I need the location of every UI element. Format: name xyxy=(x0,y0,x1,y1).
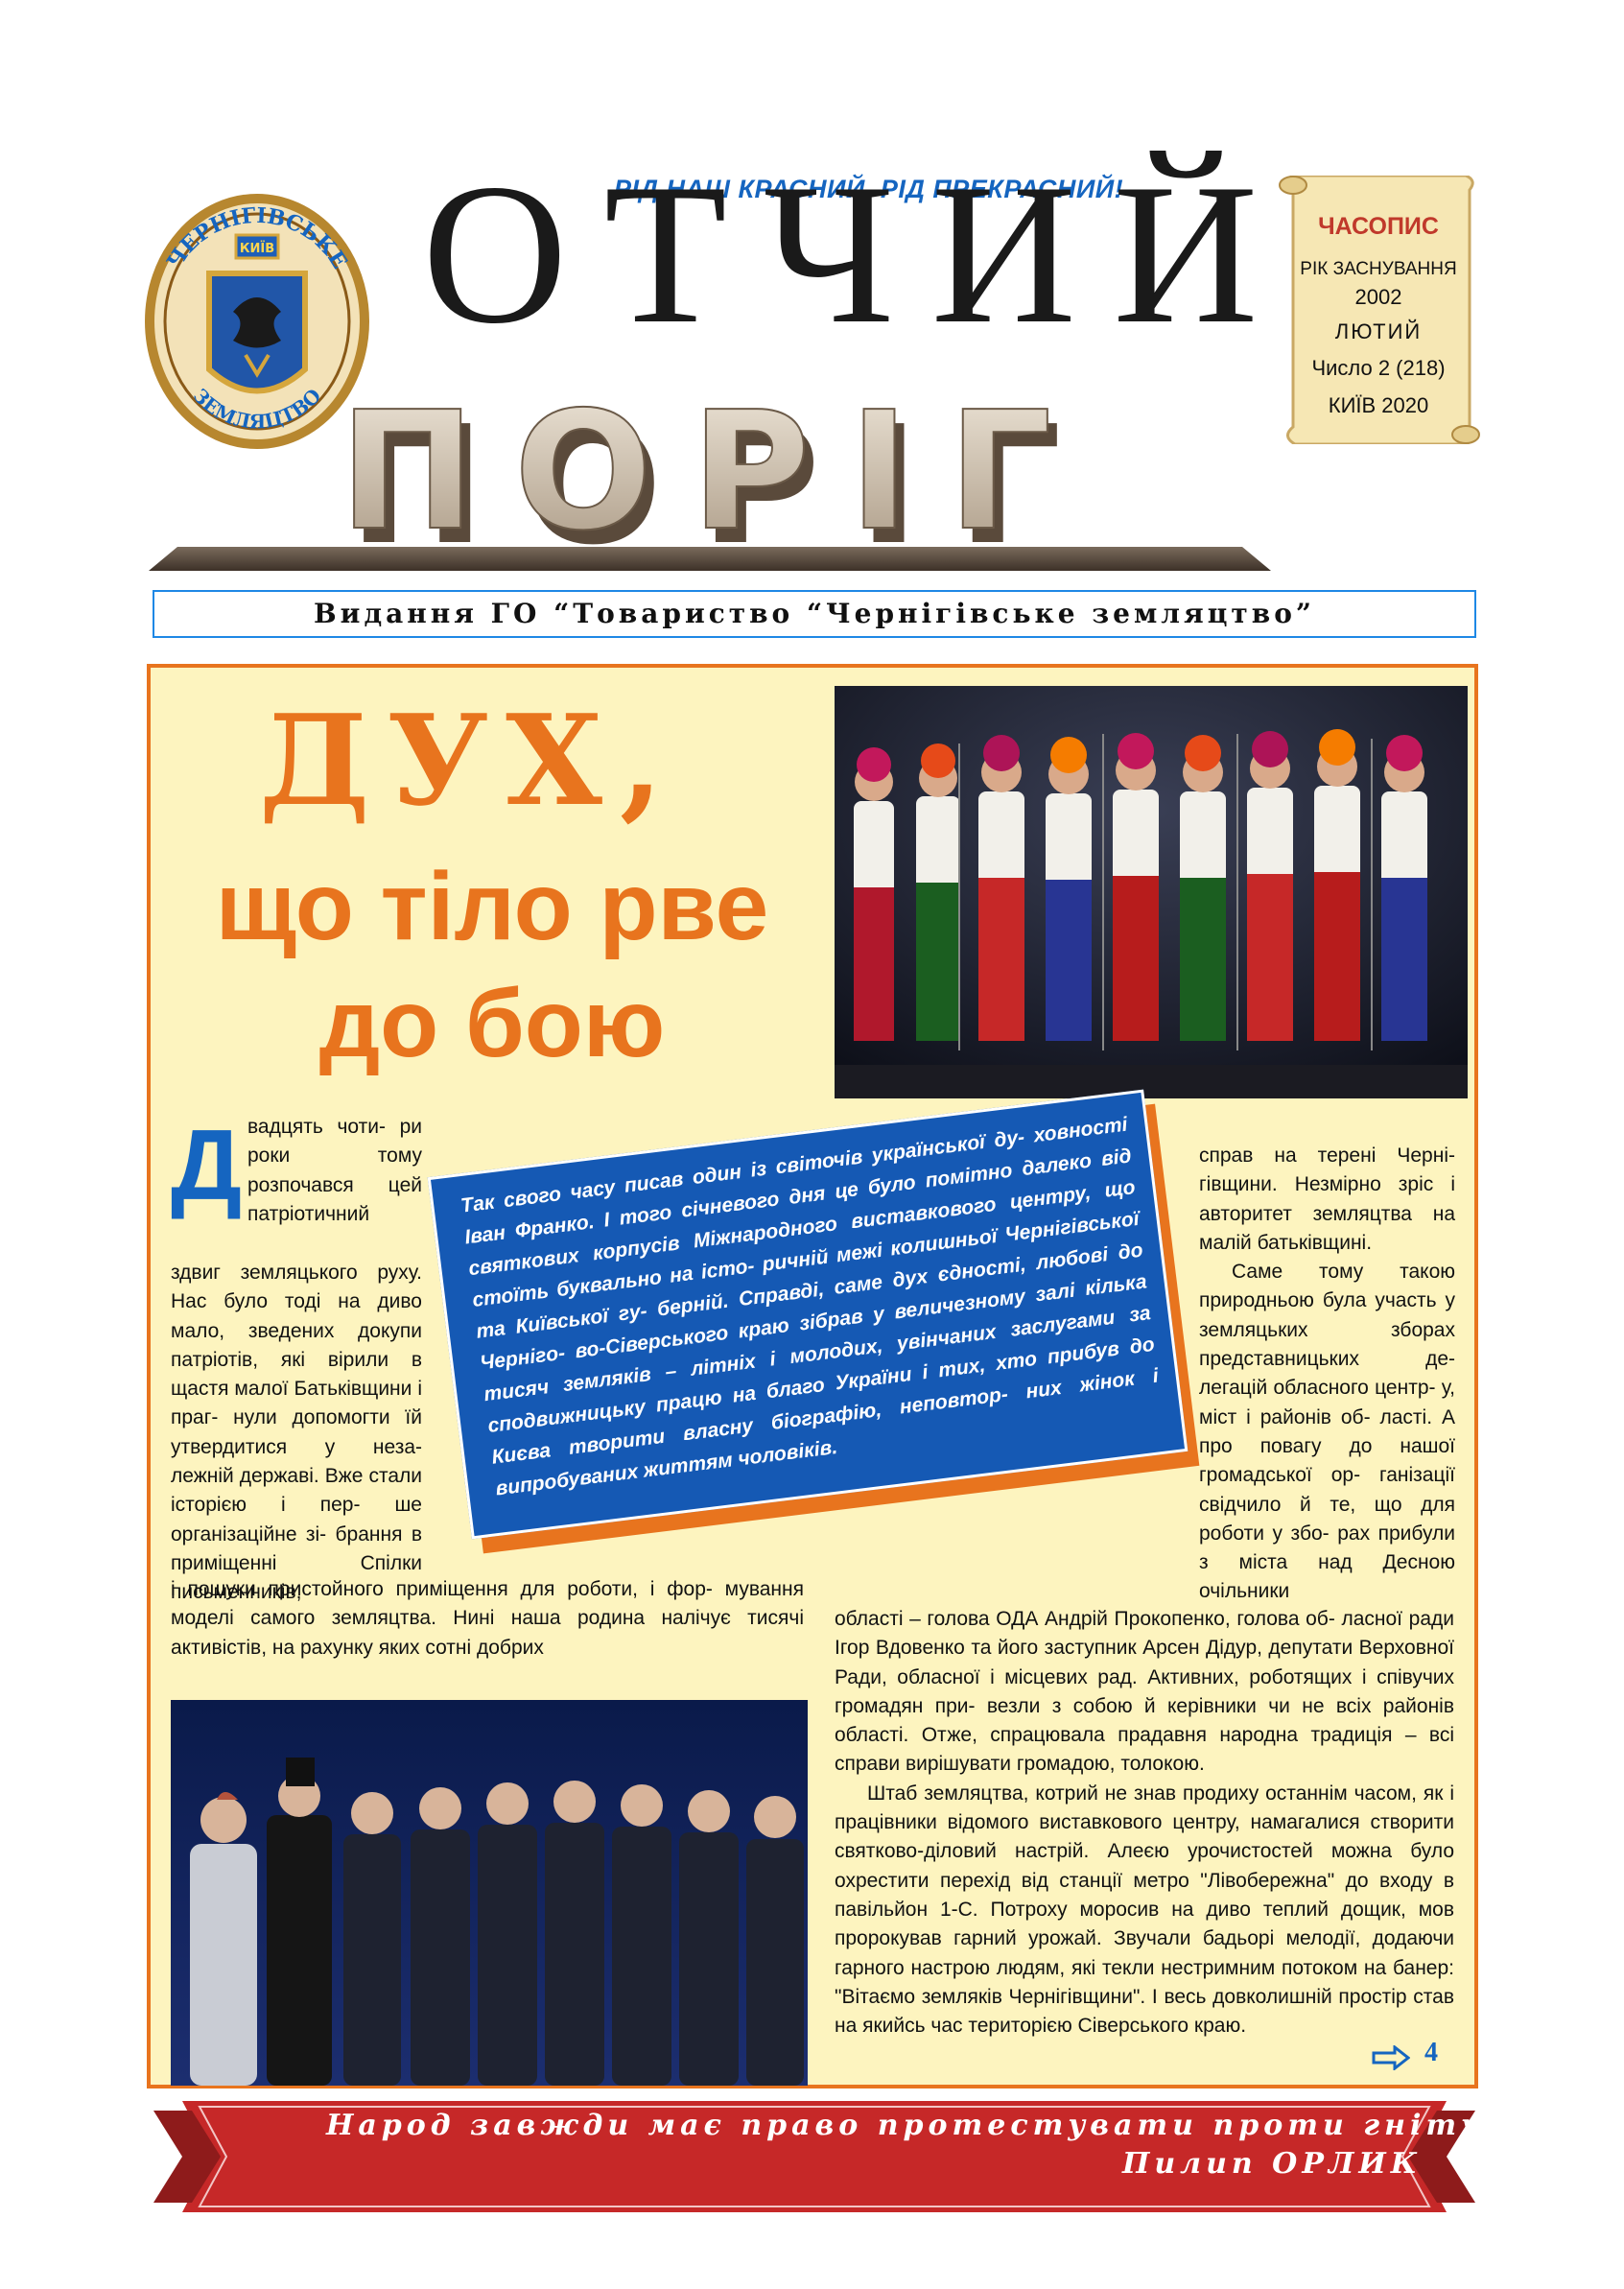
article-col2-para-2: Штаб земляцтва, котрий не знав продиху о… xyxy=(835,1782,1454,2038)
headline-line-3: до бою xyxy=(318,970,666,1077)
article-col3-para-2: Саме тому такою природньою була участь у… xyxy=(1199,1261,1455,1603)
masthead-title-top: ОТЧИЙ xyxy=(422,143,1295,366)
emblem-city: КИЇВ xyxy=(240,241,274,256)
founded-year: 2002 xyxy=(1354,285,1402,309)
masthead-title-bottom-graphic: ПОРІГ ПОРІГ xyxy=(149,384,1271,576)
article-col3: справ на терені Черні- гівщини. Незмірно… xyxy=(1199,1142,1455,1607)
publication-type: ЧАСОПИС xyxy=(1318,213,1439,240)
continued-page-number[interactable]: 4 xyxy=(1424,2038,1438,2068)
choir-photo xyxy=(835,686,1468,1098)
article-col2-para-1: області – голова ОДА Андрій Прокопенко, … xyxy=(835,1608,1454,1776)
headline-line-2: що тіло рве xyxy=(215,853,769,960)
motto-author: Пилип ОРЛИК xyxy=(1122,2147,1423,2181)
headline-line-1: ДУХ, xyxy=(259,687,681,834)
article-col3-para-1: справ на терені Черні- гівщини. Незмірно… xyxy=(1199,1144,1455,1254)
article-col1-middle: здвиг земляцького руху. Нас було тоді на… xyxy=(171,1262,422,1604)
continued-arrow-icon xyxy=(1372,2045,1410,2070)
issue-city-year: КИЇВ 2020 xyxy=(1328,393,1429,417)
masthead-title-bottom: ПОРІГ xyxy=(340,384,1091,567)
officials-photo xyxy=(171,1700,808,2086)
motto-quote: Народ завжди має право протестувати прот… xyxy=(326,2109,1498,2142)
article-col1-bottom: і пошуки пристойного приміщення для робо… xyxy=(171,1578,804,1659)
article-col2: області – голова ОДА Андрій Прокопенко, … xyxy=(835,1605,1454,2041)
article-col1-top: вадцять чоти- ри роки тому розпочався це… xyxy=(247,1116,422,1225)
drop-cap: Д xyxy=(171,1110,243,1221)
issue-number: Число 2 (218) xyxy=(1311,356,1446,380)
publisher-line: Видання ГО “Товариство “Чернігівське зем… xyxy=(153,590,1476,638)
founded-label: РІК ЗАСНУВАННЯ xyxy=(1300,259,1457,279)
issue-month: ЛЮТИЙ xyxy=(1334,319,1423,343)
